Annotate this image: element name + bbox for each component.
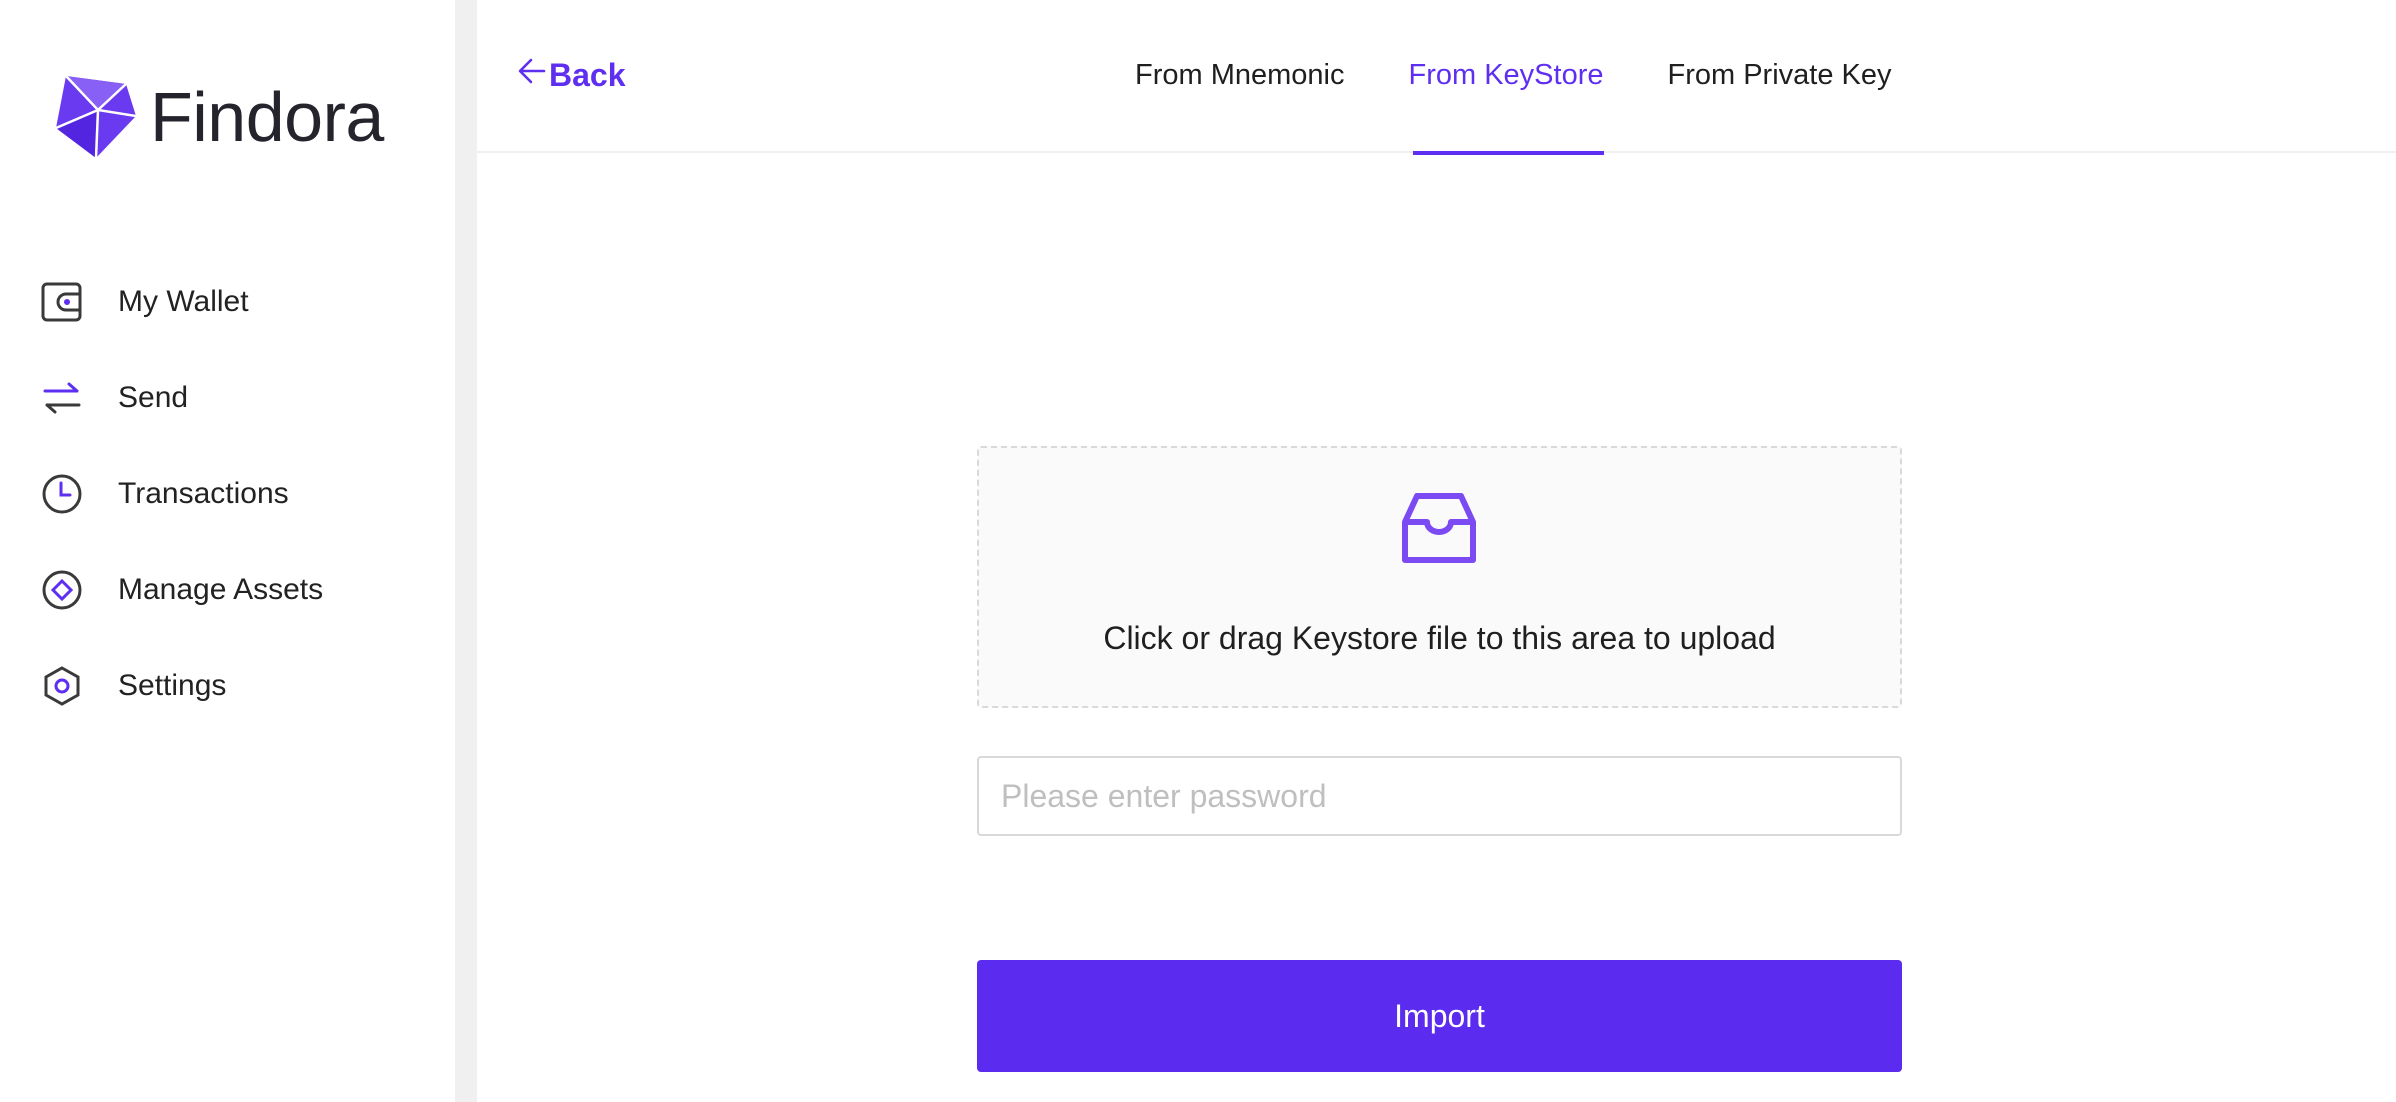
sidebar-item-label: Send (118, 381, 189, 414)
arrow-left-icon (517, 56, 549, 94)
sidebar-item-manage-assets[interactable]: Manage Assets (40, 542, 323, 638)
hexagon-settings-icon (40, 664, 84, 708)
sidebar-item-my-wallet[interactable]: My Wallet (40, 254, 323, 350)
sidebar-item-settings[interactable]: Settings (40, 638, 323, 734)
sidebar-item-label: Manage Assets (118, 573, 324, 606)
tab-from-private-key[interactable]: From Private Key (1668, 0, 1892, 153)
sidebar-item-label: My Wallet (118, 285, 249, 318)
sidebar-item-transactions[interactable]: Transactions (40, 446, 323, 542)
diamond-circle-icon (40, 568, 84, 612)
import-button[interactable]: Import (977, 960, 1902, 1072)
transfer-arrows-icon (40, 376, 84, 420)
upload-hint: Click or drag Keystore file to this area… (1103, 620, 1776, 656)
import-method-tabs: From Mnemonic From KeyStore From Private… (1135, 0, 1956, 155)
keystore-upload-dropzone[interactable]: Click or drag Keystore file to this area… (977, 446, 1902, 708)
top-bar: Back From Mnemonic From KeyStore From Pr… (477, 0, 2396, 155)
brand-name: Findora (150, 78, 384, 156)
sidebar-item-label: Settings (118, 669, 227, 702)
wallet-icon (40, 280, 84, 324)
sidebar: Findora My Wallet Send Transactions Mana… (0, 0, 455, 1102)
inbox-icon (1401, 490, 1477, 571)
clock-icon (40, 472, 84, 516)
tab-from-mnemonic[interactable]: From Mnemonic (1135, 0, 1345, 153)
back-label: Back (549, 56, 626, 93)
main-content: Back From Mnemonic From KeyStore From Pr… (477, 0, 2396, 1102)
findora-logo-icon (56, 76, 136, 158)
logo[interactable]: Findora (56, 76, 384, 158)
sidebar-divider (455, 0, 477, 1102)
password-input[interactable] (977, 756, 1902, 836)
back-button[interactable]: Back (517, 56, 626, 94)
tab-from-keystore[interactable]: From KeyStore (1409, 0, 1604, 155)
sidebar-item-send[interactable]: Send (40, 350, 323, 446)
sidebar-nav: My Wallet Send Transactions Manage Asset… (40, 254, 323, 734)
sidebar-item-label: Transactions (118, 477, 289, 510)
